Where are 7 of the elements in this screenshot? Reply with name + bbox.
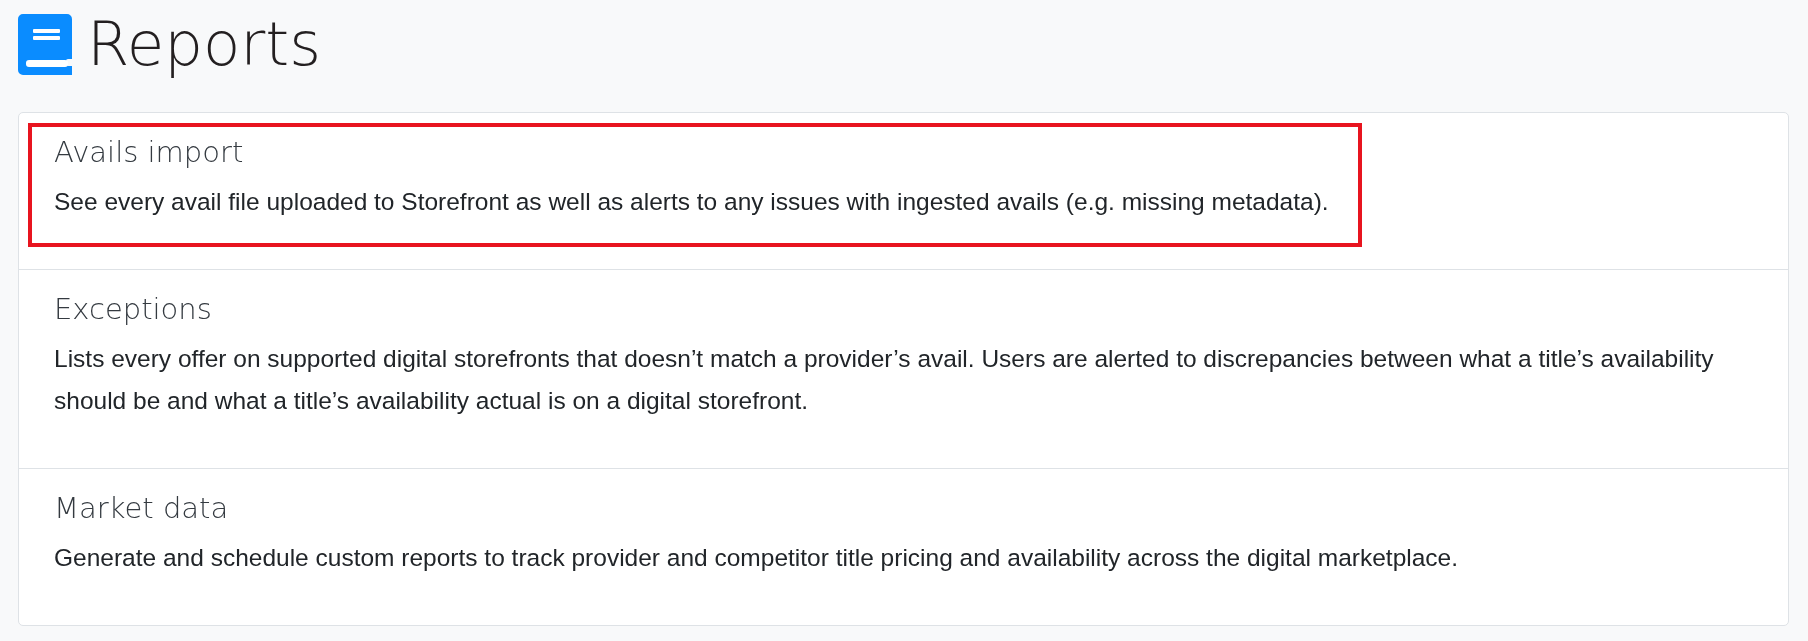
report-description: Generate and schedule custom reports to track provider and competitor title pricing and availability across the digital marketplace.: [54, 543, 1458, 573]
report-title: Exceptions: [54, 292, 213, 326]
book-icon: [18, 13, 72, 75]
report-description: See every avail file uploaded to Storefront as well as alerts to any issues with ingested avails (e.g. missing metadata).: [54, 187, 1329, 217]
report-title: Market data: [54, 491, 230, 525]
report-title: Avails import: [54, 135, 245, 169]
report-description: Lists every offer on supported digital storefronts that doesn’t match a provider’s avail. Users are alerted to discrepancies between what a title’s availability should be and what a title’s availability actual is on a digital storefront.: [54, 344, 1715, 416]
